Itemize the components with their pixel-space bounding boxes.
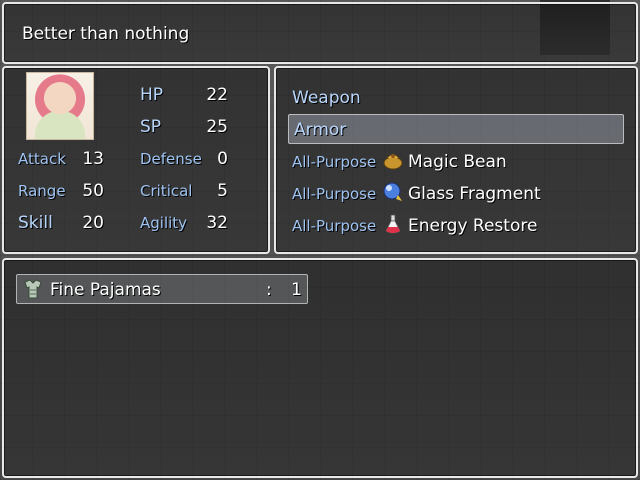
item-category-label: All-Purpose: [292, 217, 377, 235]
help-text: Better than nothing: [22, 24, 190, 44]
item-category-label: All-Purpose: [292, 185, 377, 203]
pajamas-icon: [24, 279, 42, 299]
equipment-name[interactable]: Fine Pajamas: [50, 280, 161, 300]
attack-value: 13: [82, 149, 104, 169]
critical-value: 5: [217, 181, 228, 201]
skill-value: 20: [82, 213, 104, 233]
defense-label: Defense: [140, 150, 202, 168]
skill-label: Skill: [18, 213, 53, 233]
sp-label: SP: [140, 117, 162, 137]
defense-value: 0: [217, 149, 228, 169]
sp-value: 25: [206, 117, 228, 137]
hp-label: HP: [140, 85, 164, 105]
orb-icon: [383, 182, 402, 201]
category-weapon[interactable]: Weapon: [292, 88, 361, 108]
range-value: 50: [82, 181, 104, 201]
category-armor[interactable]: Armor: [294, 120, 346, 140]
equipment-count: 1: [291, 280, 302, 300]
character-portrait: [26, 72, 94, 140]
bag-icon: [383, 154, 403, 170]
critical-label: Critical: [140, 182, 193, 200]
item-list-window: Weapon Armor All-Purpose Magic Bean All-…: [274, 66, 638, 254]
item-name[interactable]: Energy Restore: [408, 216, 537, 236]
equipment-separator: :: [266, 280, 272, 300]
item-name[interactable]: Glass Fragment: [408, 184, 541, 204]
help-window: Better than nothing: [2, 2, 638, 64]
range-label: Range: [18, 182, 66, 200]
attack-label: Attack: [18, 150, 66, 168]
agility-label: Agility: [140, 214, 188, 232]
item-category-label: All-Purpose: [292, 153, 377, 171]
agility-value: 32: [206, 213, 228, 233]
potion-icon: [385, 214, 401, 234]
item-name[interactable]: Magic Bean: [408, 152, 507, 172]
equipment-window: Fine Pajamas : 1: [2, 258, 638, 478]
hp-value: 22: [206, 85, 228, 105]
status-window: Attack 13 Range 50 Skill 20 HP 22 SP 25 …: [2, 66, 270, 254]
